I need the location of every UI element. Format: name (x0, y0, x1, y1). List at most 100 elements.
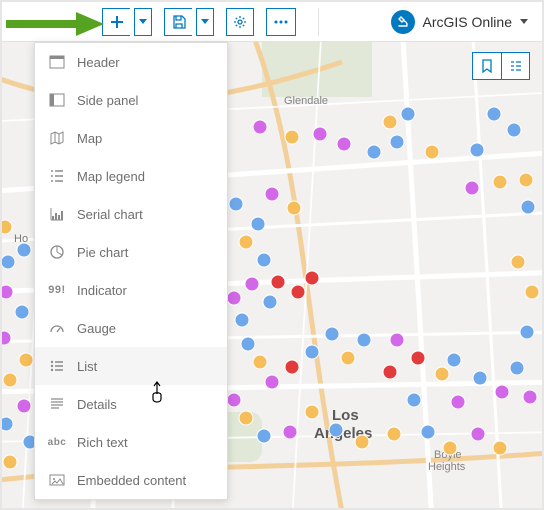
add-caret[interactable] (134, 8, 152, 36)
menu-item-details[interactable]: Details (35, 385, 227, 423)
data-point[interactable] (421, 425, 435, 439)
data-point[interactable] (17, 399, 31, 413)
menu-item-embedded-content[interactable]: Embedded content (35, 461, 227, 499)
data-point[interactable] (337, 137, 351, 151)
save-caret[interactable] (196, 8, 214, 36)
data-point[interactable] (291, 285, 305, 299)
data-point[interactable] (470, 143, 484, 157)
save-button[interactable] (164, 8, 192, 36)
data-point[interactable] (2, 417, 13, 431)
data-point[interactable] (471, 427, 485, 441)
bookmark-button[interactable] (473, 53, 501, 79)
data-point[interactable] (390, 135, 404, 149)
menu-item-side-panel[interactable]: Side panel (35, 81, 227, 119)
data-point[interactable] (227, 393, 241, 407)
menu-item-list[interactable]: List (35, 347, 227, 385)
data-point[interactable] (17, 243, 31, 257)
more-button[interactable] (266, 8, 296, 36)
data-point[interactable] (241, 337, 255, 351)
data-point[interactable] (257, 253, 271, 267)
menu-item-label: Side panel (77, 93, 138, 108)
data-point[interactable] (329, 423, 343, 437)
data-point[interactable] (229, 197, 243, 211)
data-point[interactable] (357, 333, 371, 347)
data-point[interactable] (435, 367, 449, 381)
data-point[interactable] (519, 173, 533, 187)
data-point[interactable] (305, 345, 319, 359)
data-point[interactable] (510, 361, 524, 375)
data-point[interactable] (473, 371, 487, 385)
data-point[interactable] (19, 353, 33, 367)
data-point[interactable] (227, 291, 241, 305)
data-point[interactable] (443, 441, 457, 455)
data-point[interactable] (305, 271, 319, 285)
list-icon (49, 358, 65, 374)
data-point[interactable] (251, 217, 265, 231)
data-point[interactable] (235, 313, 249, 327)
account-switcher[interactable]: ArcGIS Online (391, 10, 528, 34)
data-point[interactable] (447, 353, 461, 367)
data-point[interactable] (495, 385, 509, 399)
data-point[interactable] (253, 355, 267, 369)
data-point[interactable] (507, 123, 521, 137)
data-point[interactable] (493, 175, 507, 189)
data-point[interactable] (271, 275, 285, 289)
menu-item-serial-chart[interactable]: Serial chart (35, 195, 227, 233)
data-point[interactable] (2, 285, 13, 299)
data-point[interactable] (355, 435, 369, 449)
data-point[interactable] (257, 429, 271, 443)
data-point[interactable] (411, 351, 425, 365)
data-point[interactable] (383, 115, 397, 129)
data-point[interactable] (2, 331, 11, 345)
data-point[interactable] (253, 120, 267, 134)
data-point[interactable] (451, 395, 465, 409)
data-point[interactable] (407, 393, 421, 407)
menu-item-label: List (77, 359, 97, 374)
data-point[interactable] (2, 220, 12, 234)
menu-item-gauge[interactable]: Gauge (35, 309, 227, 347)
data-point[interactable] (425, 145, 439, 159)
data-point[interactable] (390, 333, 404, 347)
menu-item-header[interactable]: Header (35, 43, 227, 81)
data-point[interactable] (245, 277, 259, 291)
data-point[interactable] (2, 255, 15, 269)
data-point[interactable] (511, 255, 525, 269)
data-point[interactable] (239, 411, 253, 425)
mouse-cursor (150, 380, 170, 404)
data-point[interactable] (239, 235, 253, 249)
data-point[interactable] (285, 130, 299, 144)
menu-item-map-legend[interactable]: Map legend (35, 157, 227, 195)
data-point[interactable] (3, 373, 17, 387)
data-point[interactable] (283, 425, 297, 439)
add-button[interactable] (102, 8, 130, 36)
data-point[interactable] (401, 107, 415, 121)
data-point[interactable] (383, 365, 397, 379)
data-point[interactable] (523, 390, 537, 404)
data-point[interactable] (263, 295, 277, 309)
menu-item-pie-chart[interactable]: Pie chart (35, 233, 227, 271)
data-point[interactable] (3, 455, 17, 469)
data-point[interactable] (341, 351, 355, 365)
menu-item-label: Embedded content (77, 473, 186, 488)
data-point[interactable] (313, 127, 327, 141)
data-point[interactable] (465, 181, 479, 195)
menu-item-map[interactable]: Map (35, 119, 227, 157)
data-point[interactable] (265, 375, 279, 389)
data-point[interactable] (305, 405, 319, 419)
menu-item-indicator[interactable]: 99!Indicator (35, 271, 227, 309)
data-point[interactable] (493, 441, 507, 455)
data-point[interactable] (367, 145, 381, 159)
data-point[interactable] (287, 201, 301, 215)
data-point[interactable] (285, 360, 299, 374)
data-point[interactable] (265, 187, 279, 201)
data-point[interactable] (15, 305, 29, 319)
menu-item-rich-text[interactable]: abcRich text (35, 423, 227, 461)
data-point[interactable] (387, 427, 401, 441)
legend-button[interactable] (501, 53, 529, 79)
data-point[interactable] (487, 107, 501, 121)
data-point[interactable] (521, 200, 535, 214)
data-point[interactable] (325, 327, 339, 341)
settings-button[interactable] (226, 8, 254, 36)
data-point[interactable] (520, 325, 534, 339)
data-point[interactable] (525, 285, 539, 299)
